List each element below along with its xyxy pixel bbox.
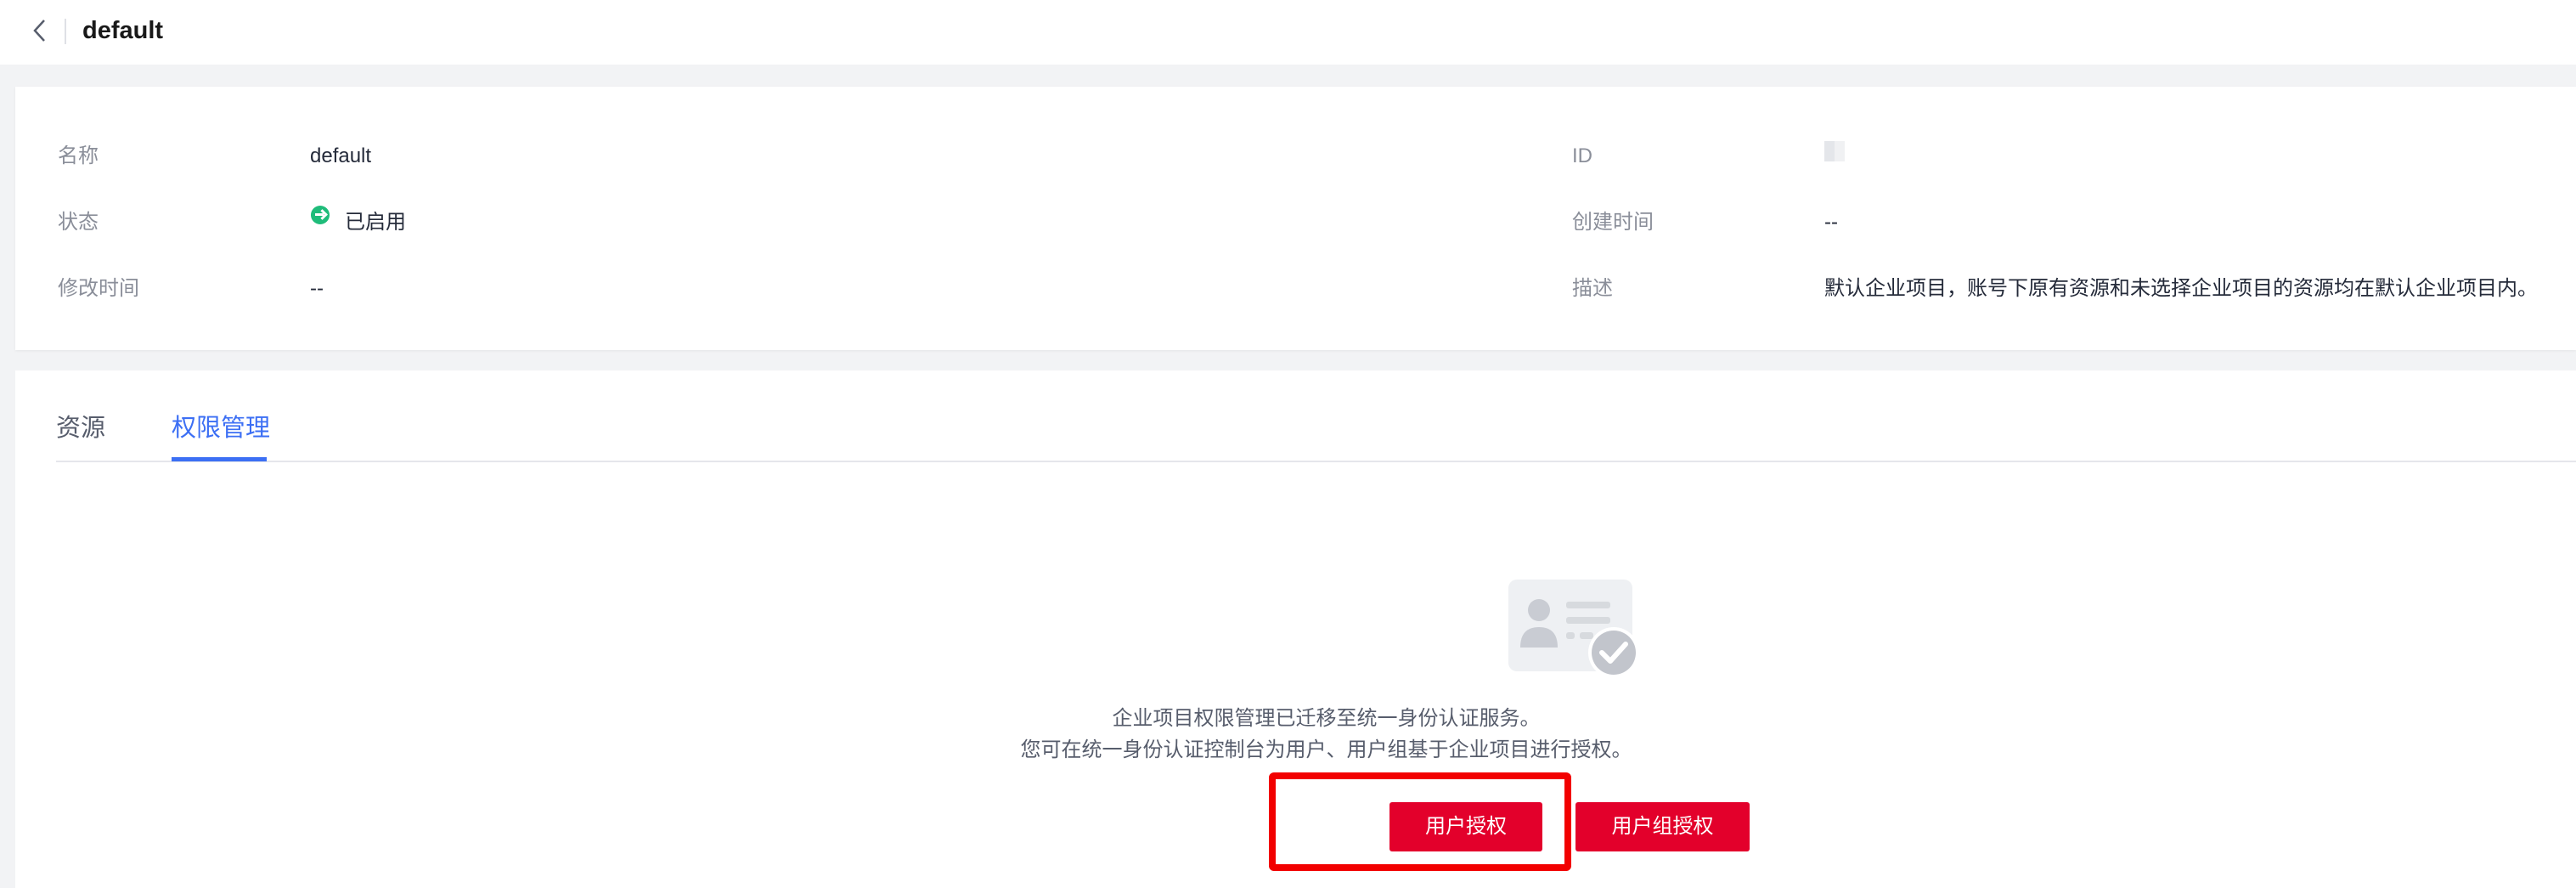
tab-resources[interactable]: 资源 bbox=[56, 411, 105, 445]
basic-info-card: 名称 default 状态 已启用 修改时间 -- ID 创建时间 -- 描述 … bbox=[15, 87, 2576, 350]
name-label: 名称 bbox=[58, 144, 99, 167]
page-header: default bbox=[0, 0, 2576, 65]
id-value bbox=[1824, 141, 1845, 161]
tabs-card: 资源 权限管理 企业项目权限管理已迁移至统一身份认证服务。 您可在统一身份认证控… bbox=[15, 370, 2576, 888]
modified-time-value: -- bbox=[310, 277, 324, 300]
description-value: 默认企业项目，账号下原有资源和未选择企业项目的资源均在默认企业项目内。 bbox=[1824, 277, 2538, 300]
created-time-value: -- bbox=[1824, 211, 1838, 234]
empty-state-message-line2: 您可在统一身份认证控制台为用户、用户组基于企业项目进行授权。 bbox=[1020, 738, 1632, 761]
created-time-label: 创建时间 bbox=[1572, 211, 1654, 234]
user-authorization-button[interactable]: 用户授权 bbox=[1389, 802, 1542, 851]
description-label: 描述 bbox=[1572, 277, 1613, 300]
back-button[interactable] bbox=[25, 15, 56, 46]
user-group-authorization-button[interactable]: 用户组授权 bbox=[1575, 802, 1750, 851]
empty-state-message-line1: 企业项目权限管理已迁移至统一身份认证服务。 bbox=[1112, 707, 1541, 730]
status-enabled-icon bbox=[311, 206, 330, 224]
header-divider bbox=[65, 19, 66, 44]
tabs-divider bbox=[56, 461, 2576, 462]
status-label: 状态 bbox=[58, 211, 99, 234]
page-title: default bbox=[82, 17, 164, 44]
tab-permission-management[interactable]: 权限管理 bbox=[172, 411, 270, 445]
page: default 名称 default 状态 已启用 修改时间 -- ID 创建时… bbox=[0, 0, 2576, 888]
chevron-left-icon bbox=[33, 20, 45, 42]
name-value: default bbox=[310, 144, 372, 167]
active-tab-indicator bbox=[172, 457, 267, 461]
modified-time-label: 修改时间 bbox=[58, 277, 139, 300]
user-card-check-icon bbox=[1508, 580, 1639, 678]
id-label: ID bbox=[1572, 144, 1592, 167]
status-value: 已启用 bbox=[345, 211, 406, 234]
